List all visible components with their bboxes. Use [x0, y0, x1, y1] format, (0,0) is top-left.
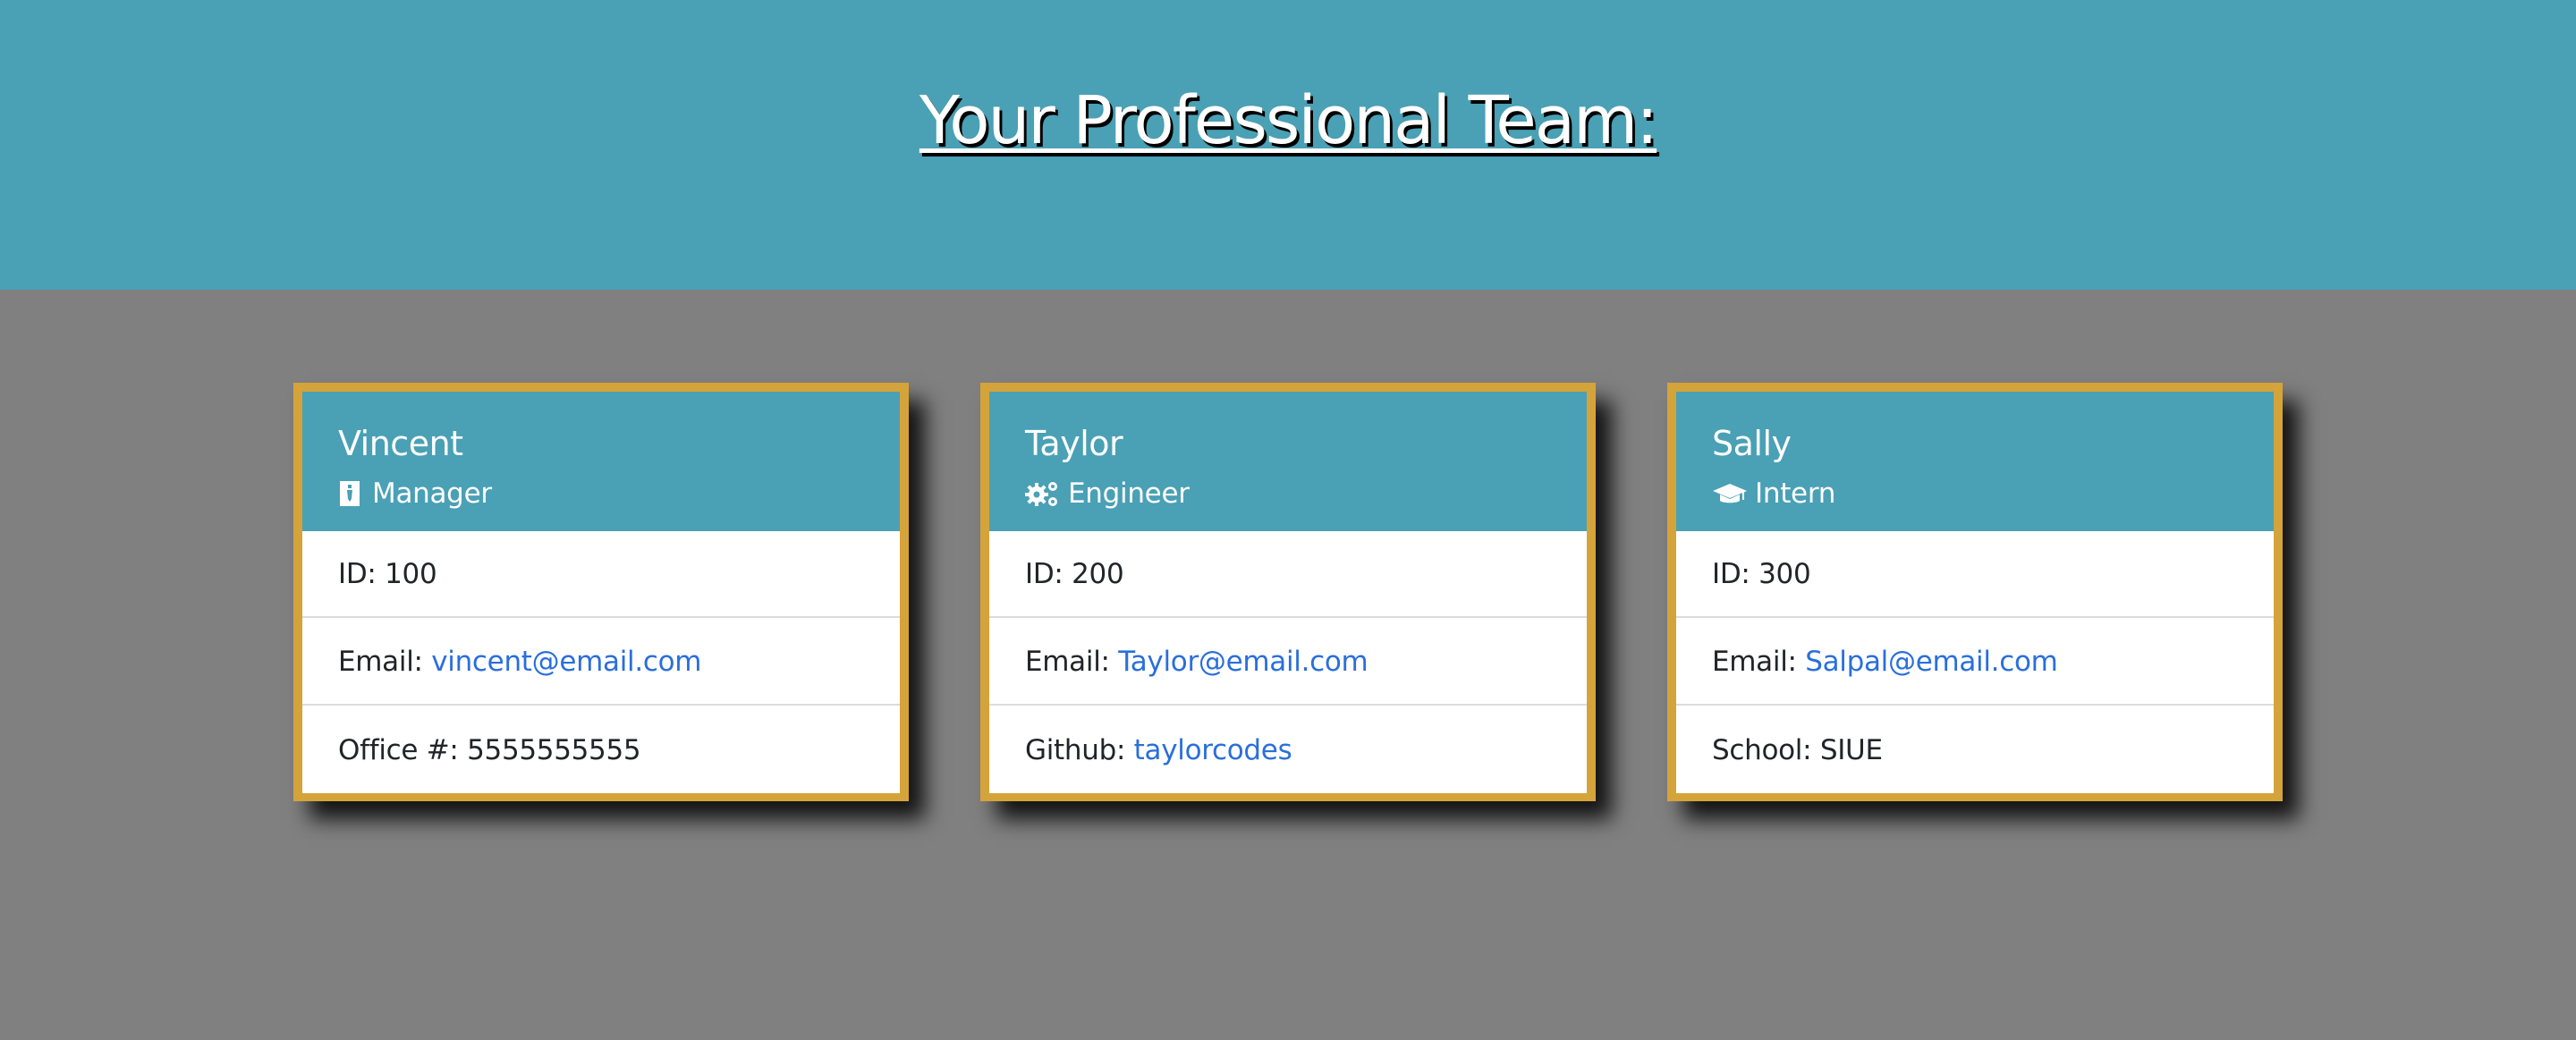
card-header: Sally Intern	[1676, 392, 2274, 531]
office-value: 5555555555	[467, 733, 641, 766]
page-header: Your Professional Team:	[0, 0, 2576, 290]
email-row: Email: Salpal@email.com	[1676, 619, 2274, 706]
graduation-cap-icon	[1712, 479, 1748, 508]
email-link[interactable]: Salpal@email.com	[1805, 646, 2058, 678]
school-label: School:	[1712, 733, 1820, 766]
office-row: Office #: 5555555555	[302, 706, 900, 793]
email-row: Email: vincent@email.com	[302, 619, 900, 706]
employee-name: Sally	[1712, 424, 1792, 463]
id-row: ID: 300	[1676, 531, 2274, 618]
card-header: Vincent Manager	[302, 392, 900, 531]
role-label: Manager	[372, 478, 492, 510]
mug-icon	[338, 479, 365, 508]
employee-role: Engineer	[1025, 474, 1190, 513]
id-label: ID:	[338, 557, 386, 590]
cogs-icon	[1025, 479, 1061, 508]
employee-card-sally: Sally Intern ID: 300 Email: Salpal@email…	[1667, 383, 2283, 801]
office-label: Office #:	[338, 733, 468, 766]
role-label: Intern	[1755, 478, 1836, 510]
email-link[interactable]: vincent@email.com	[431, 646, 701, 678]
school-row: School: SIUE	[1676, 706, 2274, 793]
email-label: Email:	[338, 645, 432, 678]
email-label: Email:	[1712, 645, 1806, 678]
employee-card-vincent: Vincent Manager ID: 100 Email: vincent@e…	[293, 383, 909, 801]
id-row: ID: 100	[302, 531, 900, 618]
card-header: Taylor Engineer	[989, 392, 1587, 531]
employee-name: Vincent	[338, 424, 463, 463]
page-title: Your Professional Team:	[919, 82, 1658, 159]
email-label: Email:	[1025, 645, 1119, 678]
employee-card-taylor: Taylor Engineer ID: 200 Email: Taylor@em…	[980, 383, 1596, 801]
email-row: Email: Taylor@email.com	[989, 619, 1587, 706]
id-value: 300	[1758, 557, 1811, 590]
id-label: ID:	[1712, 557, 1759, 590]
email-link[interactable]: Taylor@email.com	[1118, 646, 1368, 678]
employee-role: Manager	[338, 474, 492, 513]
id-label: ID:	[1025, 557, 1072, 590]
employee-role: Intern	[1712, 474, 1835, 513]
github-link[interactable]: taylorcodes	[1134, 734, 1292, 766]
id-row: ID: 200	[989, 531, 1587, 618]
github-row: Github: taylorcodes	[989, 706, 1587, 793]
id-value: 200	[1072, 557, 1124, 590]
id-value: 100	[385, 557, 437, 590]
role-label: Engineer	[1068, 478, 1190, 510]
school-value: SIUE	[1819, 733, 1883, 766]
employee-name: Taylor	[1025, 424, 1123, 463]
github-label: Github:	[1025, 733, 1134, 766]
